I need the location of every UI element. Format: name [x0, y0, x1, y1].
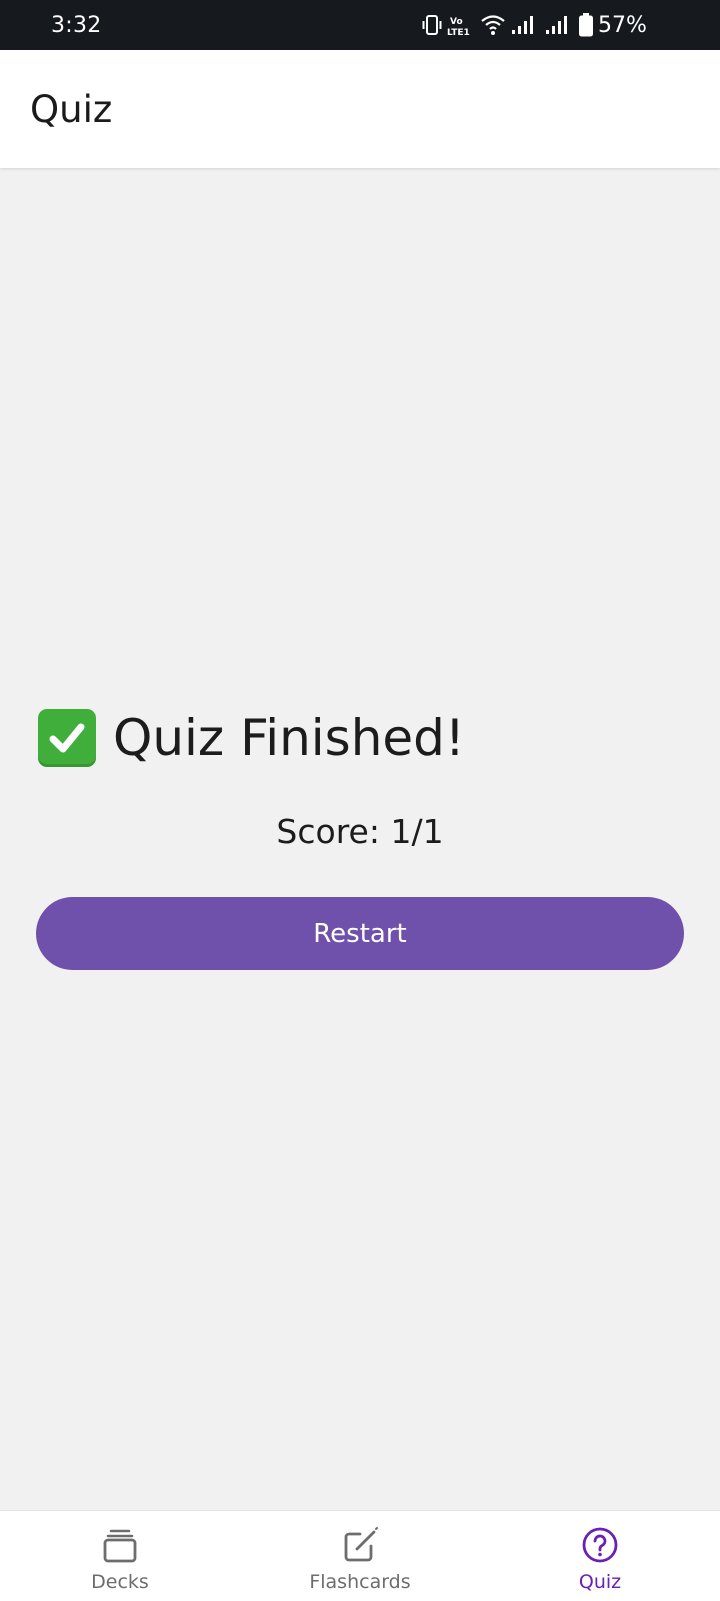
svg-text:LTE1: LTE1 — [447, 28, 470, 38]
battery-icon — [579, 13, 593, 37]
bottom-nav: Decks Flashcards Quiz — [0, 1510, 720, 1601]
check-mark-icon — [38, 709, 96, 767]
battery-percentage: 57% — [598, 13, 647, 38]
edit-icon — [344, 1527, 378, 1562]
decks-icon — [103, 1529, 137, 1563]
signal-icon — [546, 16, 567, 34]
status-time: 3:32 — [51, 13, 102, 38]
score-text: Score: 1/1 — [276, 812, 444, 851]
nav-label-decks: Decks — [91, 1571, 149, 1593]
status-icons: Vo LTE1 57% — [420, 0, 720, 50]
page-title: Quiz — [30, 88, 113, 131]
wifi-icon — [481, 15, 505, 35]
result-title: Quiz Finished! — [113, 709, 465, 767]
nav-label-flashcards: Flashcards — [309, 1571, 411, 1593]
nav-item-flashcards[interactable]: Flashcards — [240, 1511, 480, 1601]
volte-icon: Vo LTE1 — [447, 17, 470, 38]
restart-button-label: Restart — [313, 918, 407, 949]
vibrate-icon — [422, 15, 442, 35]
nav-item-quiz[interactable]: Quiz — [480, 1511, 720, 1601]
svg-text:Vo: Vo — [450, 17, 463, 27]
question-icon — [582, 1527, 618, 1563]
nav-item-decks[interactable]: Decks — [0, 1511, 240, 1601]
signal-icon — [512, 16, 533, 34]
status-bar: 3:32 Vo LTE1 57% — [0, 0, 720, 50]
nav-label-quiz: Quiz — [578, 1571, 622, 1593]
restart-button[interactable]: Restart — [36, 897, 684, 970]
result-heading: Quiz Finished! — [38, 706, 465, 770]
app-header: Quiz — [0, 50, 720, 168]
